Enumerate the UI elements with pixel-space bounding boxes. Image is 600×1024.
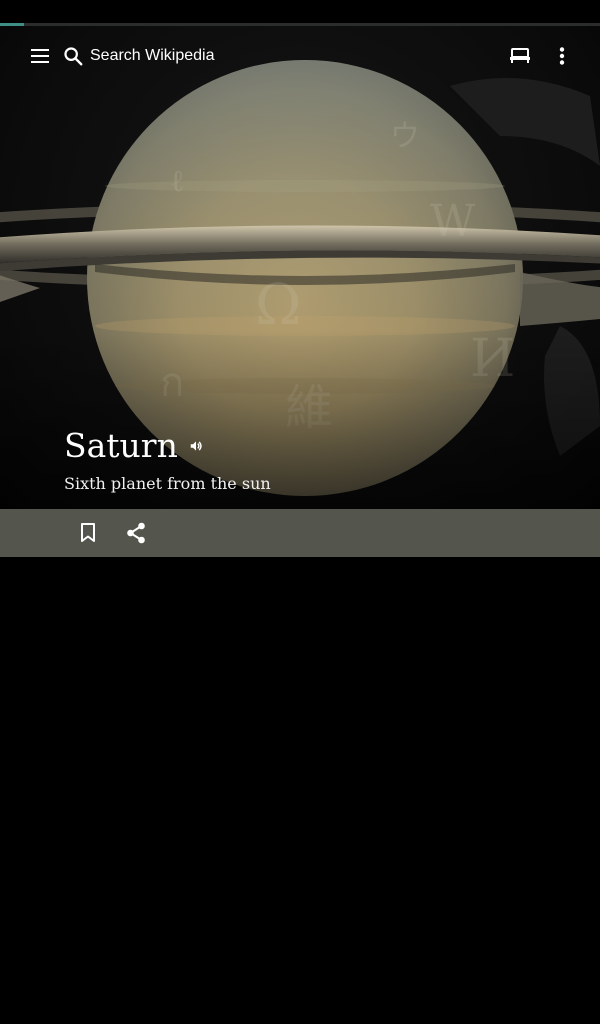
search-icon — [64, 47, 83, 66]
save-bookmark-button[interactable] — [68, 513, 108, 553]
more-vert-icon — [559, 47, 565, 65]
article-description: Sixth planet from the sun — [64, 474, 271, 493]
share-button[interactable] — [116, 513, 156, 553]
reading-lists-button[interactable] — [500, 36, 540, 76]
menu-button[interactable] — [20, 36, 60, 76]
article-title: Saturn — [64, 426, 178, 465]
hamburger-menu-icon — [31, 49, 49, 63]
overflow-menu-button[interactable] — [542, 36, 582, 76]
search-bar[interactable]: Search Wikipedia — [62, 40, 215, 72]
svg-text:Ω: Ω — [255, 273, 301, 338]
article-action-bar — [0, 509, 600, 557]
reading-list-icon — [510, 48, 530, 63]
search-placeholder: Search Wikipedia — [90, 47, 215, 64]
svg-text:W: W — [430, 196, 476, 247]
bookmark-icon — [81, 523, 95, 542]
svg-text:ℓ: ℓ — [170, 164, 184, 199]
pronunciation-audio-button[interactable] — [186, 436, 206, 456]
svg-text:ウ: ウ — [390, 119, 420, 154]
share-icon — [127, 522, 145, 544]
article-header: Saturn Sixth planet from the sun — [64, 424, 271, 493]
app-toolbar: Search Wikipedia — [0, 26, 600, 86]
volume-icon — [190, 441, 202, 451]
